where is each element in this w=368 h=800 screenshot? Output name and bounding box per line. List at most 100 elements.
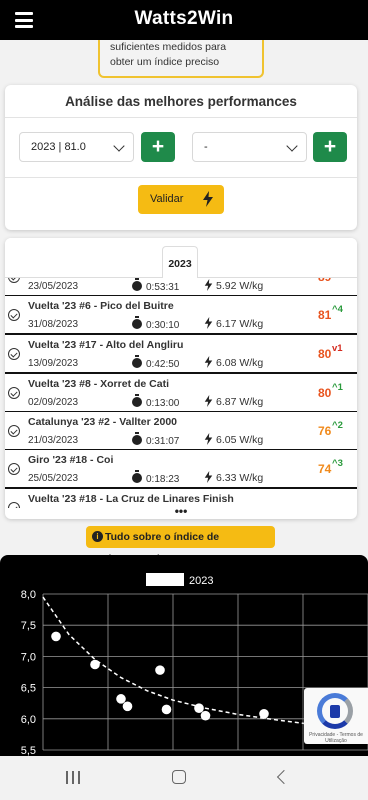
lightning-icon xyxy=(204,471,213,483)
performance-row[interactable]: Vuelta '23 #6 - Pico del Buitre 31/08/202… xyxy=(5,296,357,335)
check-circle-icon[interactable] xyxy=(8,348,20,360)
lightning-icon xyxy=(203,191,213,207)
recent-apps-icon[interactable] xyxy=(66,771,80,784)
performance-score: 76 xyxy=(318,424,332,438)
analysis-card: Análise das melhores performances 2023 |… xyxy=(5,85,357,230)
delta-value: 2 xyxy=(337,420,343,431)
performance-score: 80 xyxy=(318,386,332,400)
stopwatch-icon xyxy=(132,432,142,445)
power-value: 6.33 W/kg xyxy=(216,472,264,484)
duration-value: 0:30:10 xyxy=(146,320,180,331)
info-icon: i xyxy=(92,531,103,542)
back-icon[interactable] xyxy=(276,769,292,785)
performance-score: 80 xyxy=(318,347,332,361)
score-delta: ^4 xyxy=(332,304,343,315)
analysis-title: Análise das melhores performances xyxy=(5,85,357,118)
score-delta: v1 xyxy=(332,343,343,354)
climb-name: Vuelta '23 #17 - Alto del Angliru xyxy=(28,339,184,351)
add-compare-button[interactable]: + xyxy=(313,132,347,162)
y-tick-label: 7,0 xyxy=(21,651,36,663)
performance-score: 81 xyxy=(318,308,332,322)
data-point xyxy=(200,710,211,721)
effort-power: 6.33 W/kg xyxy=(204,471,263,484)
data-point xyxy=(122,701,133,712)
duration-value: 0:53:31 xyxy=(146,282,180,293)
climb-name: Giro '23 #18 - Coi xyxy=(28,454,114,466)
effort-power: 5.92 W/kg xyxy=(204,279,263,292)
delta-value: 1 xyxy=(337,382,343,393)
lightning-icon xyxy=(204,317,213,329)
tab-2023[interactable]: 2023 xyxy=(162,246,198,279)
performance-row[interactable]: Giro '23 #18 - Coi 25/05/2023 0:18:23 6.33 … xyxy=(5,450,357,489)
stopwatch-icon xyxy=(132,355,142,368)
performance-row[interactable]: Vuelta '23 #17 - Alto del Angliru 13/09/2… xyxy=(5,335,357,374)
validate-button[interactable]: Validar xyxy=(138,185,224,214)
stopwatch-icon xyxy=(132,278,142,291)
effort-date: 02/09/2023 xyxy=(28,397,79,408)
more-indicator[interactable]: ••• xyxy=(5,505,357,517)
check-circle-icon[interactable] xyxy=(8,387,20,399)
selects-row: 2023 | 81.0 + - + xyxy=(19,132,347,162)
effort-date: 21/03/2023 xyxy=(28,435,79,446)
compare-select-value: - xyxy=(204,141,208,153)
check-circle-icon[interactable] xyxy=(8,278,20,283)
data-point xyxy=(155,665,165,675)
lightning-icon xyxy=(204,356,213,368)
effort-date: 23/05/2023 xyxy=(28,281,79,292)
chevron-down-icon xyxy=(286,140,298,152)
recaptcha-badge[interactable]: Privacidade - Termos de Utilização xyxy=(304,688,368,744)
effort-duration: 0:31:07 xyxy=(132,432,179,447)
data-point xyxy=(194,703,204,713)
duration-value: 0:18:23 xyxy=(146,474,180,485)
lightning-icon xyxy=(204,433,213,445)
data-point xyxy=(259,709,269,719)
climb-name: Vuelta '23 #18 - La Cruz de Linares Fini… xyxy=(28,493,234,505)
effort-power: 6.17 W/kg xyxy=(204,317,263,330)
score-delta: ^3 xyxy=(332,458,343,469)
performance-index-info-button[interactable]: i Tudo sobre o índice de desempenho xyxy=(86,526,275,565)
chevron-down-icon xyxy=(113,140,125,152)
effort-date: 13/09/2023 xyxy=(28,358,79,369)
delta-value: 3 xyxy=(337,458,343,469)
power-value: 6.05 W/kg xyxy=(216,434,264,446)
data-point xyxy=(116,694,126,704)
recaptcha-lock-icon xyxy=(330,705,340,718)
check-circle-icon[interactable] xyxy=(8,463,20,475)
compare-select[interactable]: - xyxy=(192,132,307,162)
tab-strip: 2023 xyxy=(5,238,357,279)
performance-row[interactable]: Vuelta '23 #8 - Xorret de Cati 02/09/2023… xyxy=(5,374,357,413)
system-nav-bar xyxy=(0,756,368,800)
data-point xyxy=(90,659,100,670)
legend-swatch xyxy=(146,573,184,586)
effort-duration: 0:53:31 xyxy=(132,278,180,293)
climb-name: Vuelta '23 #8 - Xorret de Cati xyxy=(28,378,169,390)
recaptcha-terms[interactable]: Privacidade - Termos de Utilização xyxy=(304,732,368,744)
effort-duration: 0:13:00 xyxy=(132,394,180,409)
add-season-button[interactable]: + xyxy=(141,132,175,162)
performances-card: 2023 23/05/2023 0:53:31 5.92 W/kg 89 Vuelta … xyxy=(5,238,357,519)
duration-value: 0:13:00 xyxy=(146,398,180,409)
season-select[interactable]: 2023 | 81.0 xyxy=(19,132,134,162)
power-value: 6.17 W/kg xyxy=(216,318,264,330)
stopwatch-icon xyxy=(132,470,142,483)
effort-power: 6.87 W/kg xyxy=(204,395,263,408)
check-circle-icon[interactable] xyxy=(8,309,20,321)
performance-score: 74 xyxy=(318,462,332,476)
notice-text: suficientes medidos para obter um índice… xyxy=(110,41,227,68)
performance-row[interactable]: 23/05/2023 0:53:31 5.92 W/kg 89 xyxy=(5,278,357,297)
y-tick-label: 7,5 xyxy=(21,620,36,632)
effort-power: 6.08 W/kg xyxy=(204,356,263,369)
stopwatch-icon xyxy=(132,394,142,407)
y-tick-label: 6,5 xyxy=(21,683,36,695)
home-icon[interactable] xyxy=(172,770,186,784)
top-app-bar: Watts2Win xyxy=(0,0,368,40)
check-circle-icon[interactable] xyxy=(8,425,20,437)
legend-label: 2023 xyxy=(189,575,213,587)
delta-value: 4 xyxy=(337,304,343,315)
effort-date: 25/05/2023 xyxy=(28,473,79,484)
power-value: 6.87 W/kg xyxy=(216,396,264,408)
season-select-value: 2023 | 81.0 xyxy=(31,141,86,153)
performance-row[interactable]: Catalunya '23 #2 - Vallter 2000 21/03/202… xyxy=(5,412,357,451)
performance-list[interactable]: 23/05/2023 0:53:31 5.92 W/kg 89 Vuelta '23 #… xyxy=(5,278,357,508)
lightning-icon xyxy=(204,279,213,291)
